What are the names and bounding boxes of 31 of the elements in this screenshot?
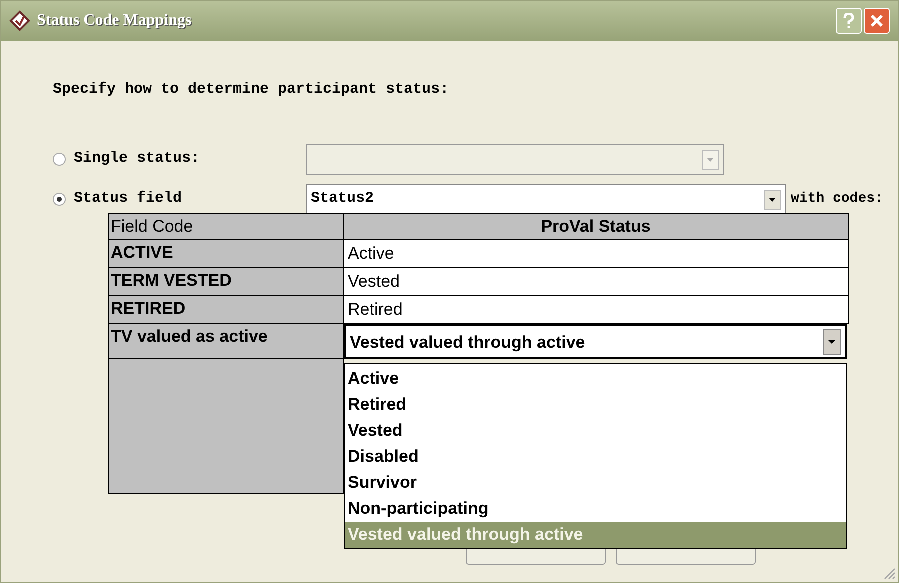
field-suffix: with codes: <box>791 190 884 209</box>
dropdown-option[interactable]: Survivor <box>345 470 846 496</box>
help-button[interactable] <box>836 8 862 34</box>
resize-grip-icon <box>882 566 896 580</box>
dropdown-option[interactable]: Disabled <box>345 444 846 470</box>
close-button[interactable] <box>864 8 890 34</box>
dropdown-field[interactable]: Vested valued through active <box>344 324 847 359</box>
instruction-text: Specify how to determine participant status: <box>53 80 450 100</box>
field-value: Status2 <box>311 189 374 210</box>
row-header: ACTIVE <box>108 240 344 268</box>
dropdown-option[interactable]: Non-participating <box>345 496 846 522</box>
row-header: TERM VESTED <box>108 268 344 296</box>
dropdown-field[interactable]: Status2 <box>306 184 786 215</box>
close-icon <box>870 14 884 28</box>
radio-label: Single status: <box>74 149 202 170</box>
help-icon <box>843 13 855 29</box>
table-cell: Vested <box>344 268 849 296</box>
row-header: TV valued as active <box>108 324 344 359</box>
window-title: Status Code Mappings <box>37 11 192 31</box>
radio-label: Status field <box>74 189 184 210</box>
field-value: Vested valued through active <box>350 332 586 354</box>
dropdown-option[interactable]: Retired <box>345 392 846 418</box>
dropdown-option[interactable]: Vested <box>345 418 846 444</box>
dropdown-option[interactable]: Active <box>345 366 846 392</box>
column-header: Field Code <box>108 213 344 240</box>
row-header: RETIRED <box>108 296 344 324</box>
table-cell: Active <box>344 240 849 268</box>
column-header: ProVal Status <box>344 213 849 240</box>
diamond-logo-icon <box>9 10 31 32</box>
radio-button[interactable] <box>53 193 66 206</box>
table-cell: Retired <box>344 296 849 324</box>
